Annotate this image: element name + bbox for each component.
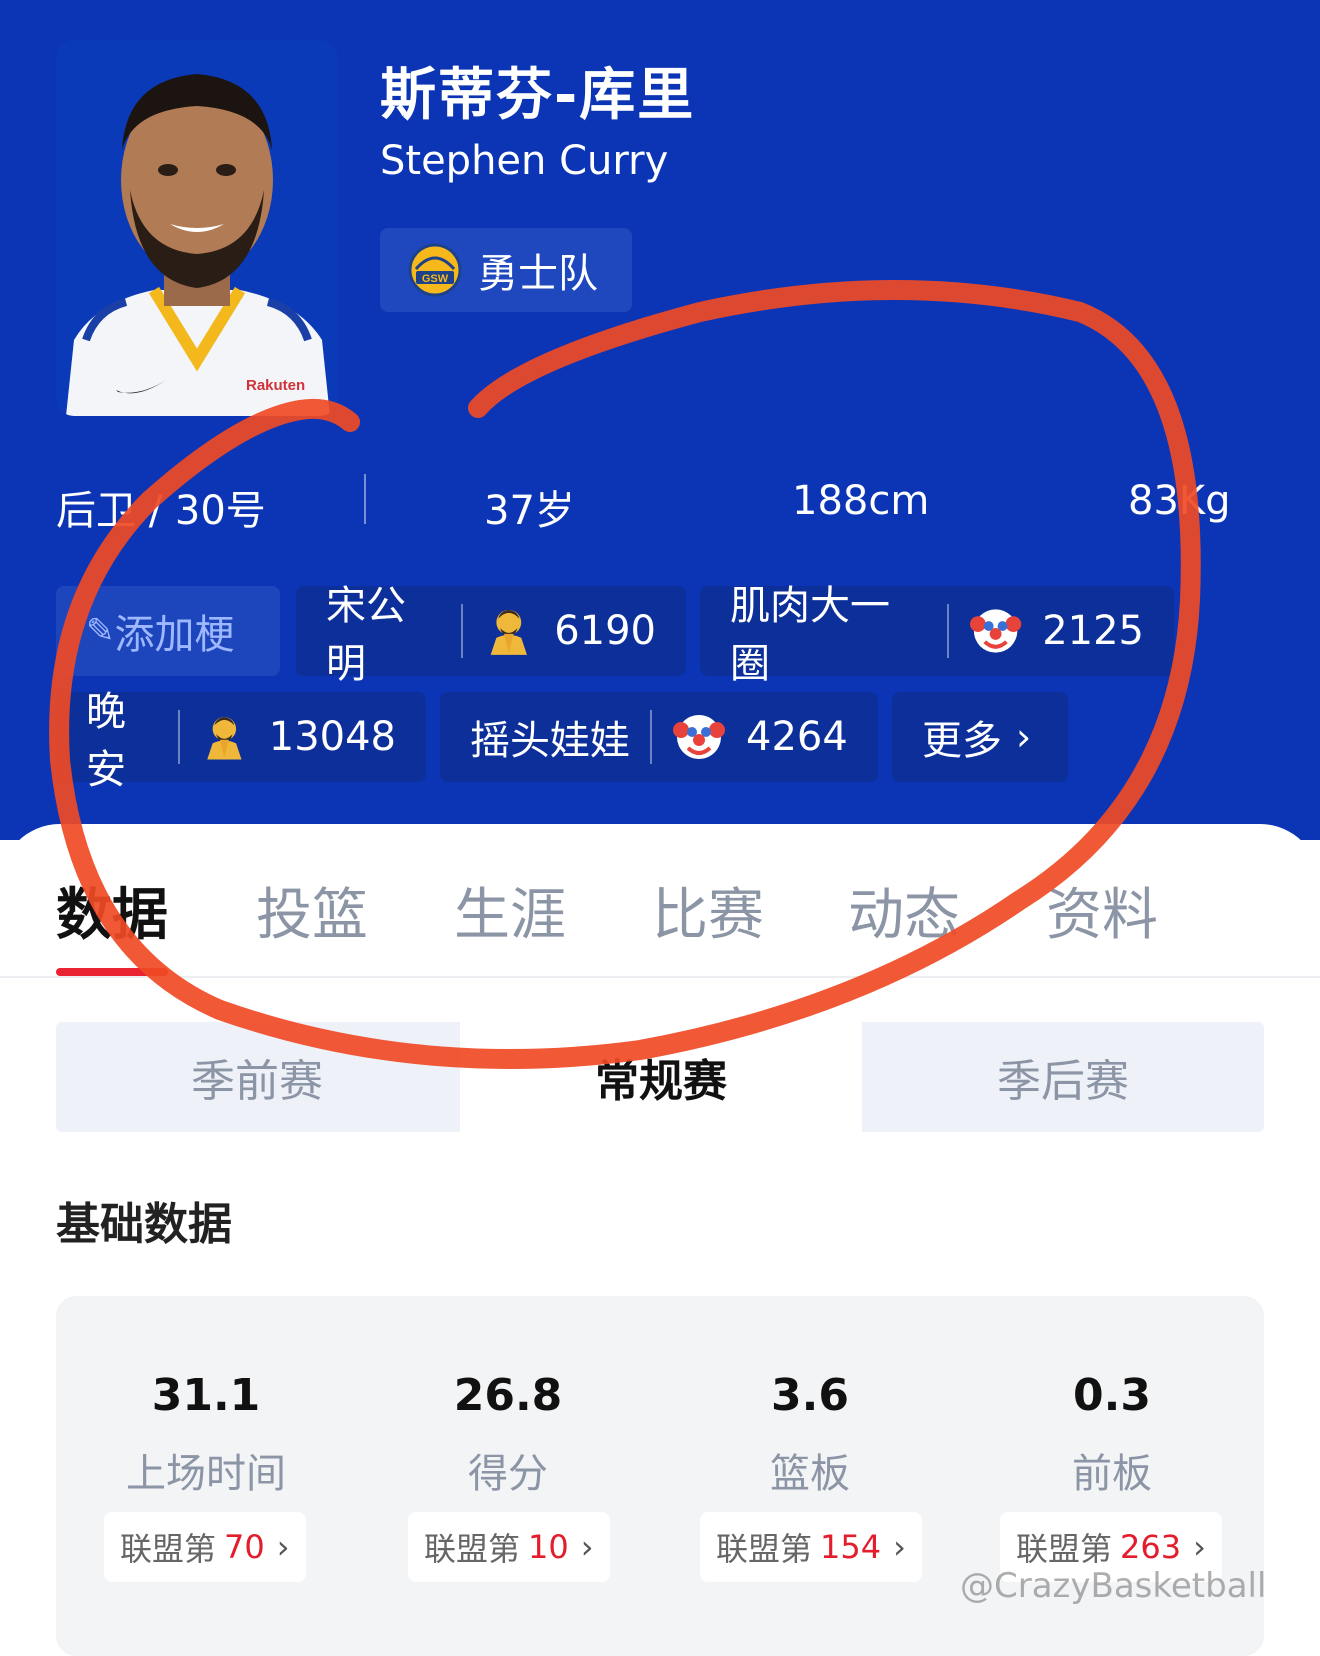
playoffs-tab[interactable]: 季后赛 — [862, 1022, 1264, 1132]
tag-divider — [947, 604, 949, 658]
rank-prefix: 联盟第 — [716, 1530, 813, 1568]
edit-icon: ✎ — [86, 611, 115, 651]
team-name: 勇士队 — [478, 251, 598, 297]
stat-points: 26.8 得分 — [398, 1370, 618, 1499]
praying-person-icon — [490, 609, 527, 655]
watermark: @CrazyBasketball — [960, 1566, 1267, 1606]
player-info-bar: 后卫 / 30号 37岁 188cm 83Kg — [0, 470, 1320, 534]
player-photo: Rakuten — [56, 40, 338, 416]
stat-minutes: 31.1 上场时间 — [96, 1370, 316, 1499]
chevron-right-icon: › — [580, 1528, 594, 1566]
tab-shooting[interactable]: 投篮 — [256, 870, 368, 951]
meme-tag[interactable]: 宋公明 6190 — [296, 583, 686, 687]
meme-tag[interactable]: 晚安 13048 — [56, 689, 426, 793]
team-button[interactable]: GSW 勇士队 — [380, 228, 632, 312]
tab-news[interactable]: 动态 — [848, 870, 960, 951]
meme-tag-label: 摇头娃娃 — [470, 718, 630, 764]
stat-label: 前板 — [1072, 1451, 1152, 1497]
add-meme-label: 添加梗 — [114, 612, 235, 658]
meme-tag-count: 6190 — [554, 608, 656, 654]
chevron-right-icon: › — [276, 1528, 290, 1566]
warriors-logo-icon: GSW — [408, 243, 462, 297]
tab-bar: 数据 投篮 生涯 比赛 动态 资料 — [0, 858, 1320, 978]
stat-value: 31.1 — [151, 1370, 261, 1421]
tag-divider — [178, 710, 181, 764]
team-logo-text: GSW — [422, 273, 449, 285]
clown-icon — [673, 715, 725, 759]
active-tab-underline — [56, 968, 168, 976]
rank-number: 70 — [224, 1528, 265, 1566]
meme-tag-count: 4264 — [746, 714, 848, 760]
tab-profile[interactable]: 资料 — [1046, 870, 1158, 951]
chevron-right-icon: › — [1016, 715, 1032, 759]
preseason-tab[interactable]: 季前赛 — [56, 1022, 458, 1132]
meme-tag-label: 晚安 — [86, 689, 126, 793]
stat-value: 0.3 — [1073, 1370, 1151, 1421]
add-meme-button[interactable]: ✎ 添加梗 — [56, 586, 280, 676]
weight: 83Kg — [1128, 478, 1231, 524]
tab-games[interactable]: 比赛 — [652, 870, 764, 951]
tab-stats[interactable]: 数据 — [56, 870, 168, 951]
rank-number: 10 — [528, 1528, 569, 1566]
league-rank-button[interactable]: 联盟第 10 › — [408, 1512, 610, 1582]
info-divider — [364, 474, 366, 524]
age: 37岁 — [484, 488, 575, 534]
stat-label: 得分 — [468, 1451, 548, 1497]
section-title: 基础数据 — [56, 1199, 232, 1250]
stat-value: 26.8 — [453, 1370, 563, 1421]
league-rank-button[interactable]: 联盟第 154 › — [700, 1512, 922, 1582]
rank-number: 154 — [820, 1528, 882, 1566]
meme-tag-label: 宋公明 — [326, 583, 406, 687]
meme-tag-count: 13048 — [268, 714, 396, 760]
regular-season-tab[interactable]: 常规赛 — [460, 1022, 862, 1132]
player-name-en: Stephen Curry — [380, 138, 669, 184]
rank-prefix: 联盟第 — [1016, 1530, 1113, 1568]
chevron-right-icon: › — [893, 1528, 906, 1566]
more-tags-button[interactable]: 更多 › — [892, 692, 1068, 782]
meme-tag-label: 肌肉大一圈 — [730, 583, 890, 687]
stat-label: 上场时间 — [126, 1451, 286, 1497]
rank-prefix: 联盟第 — [424, 1530, 521, 1568]
jersey-sponsor: Rakuten — [246, 377, 305, 394]
rank-number: 263 — [1120, 1528, 1182, 1566]
player-name-cn: 斯蒂芬-库里 — [380, 63, 696, 128]
height: 188cm — [792, 478, 930, 524]
rank-prefix: 联盟第 — [120, 1530, 217, 1568]
stat-rebounds: 3.6 篮板 — [700, 1370, 920, 1499]
stat-offensive-rebounds: 0.3 前板 — [1002, 1370, 1222, 1499]
praying-person-icon — [207, 717, 242, 760]
league-rank-button[interactable]: 联盟第 70 › — [104, 1512, 306, 1582]
position-number: 后卫 / 30号 — [56, 488, 266, 534]
tag-divider — [650, 710, 652, 764]
chevron-right-icon: › — [1193, 1528, 1206, 1566]
clown-icon — [969, 609, 1022, 653]
more-label: 更多 — [922, 718, 1002, 764]
season-type-selector: 季前赛 常规赛 季后赛 — [56, 1022, 1264, 1132]
meme-tag-count: 2125 — [1042, 608, 1144, 654]
meme-tag[interactable]: 肌肉大一圈 2125 — [700, 583, 1174, 687]
tag-divider — [460, 604, 463, 658]
player-header: Rakuten 斯蒂芬-库里 Stephen Curry GSW 勇士队 后卫 … — [0, 0, 1320, 840]
stat-label: 篮板 — [770, 1451, 850, 1497]
meme-tag[interactable]: 摇头娃娃 4264 — [440, 692, 878, 782]
stat-value: 3.6 — [771, 1370, 849, 1421]
tab-career[interactable]: 生涯 — [454, 870, 566, 951]
tab-divider-line — [0, 976, 1320, 978]
